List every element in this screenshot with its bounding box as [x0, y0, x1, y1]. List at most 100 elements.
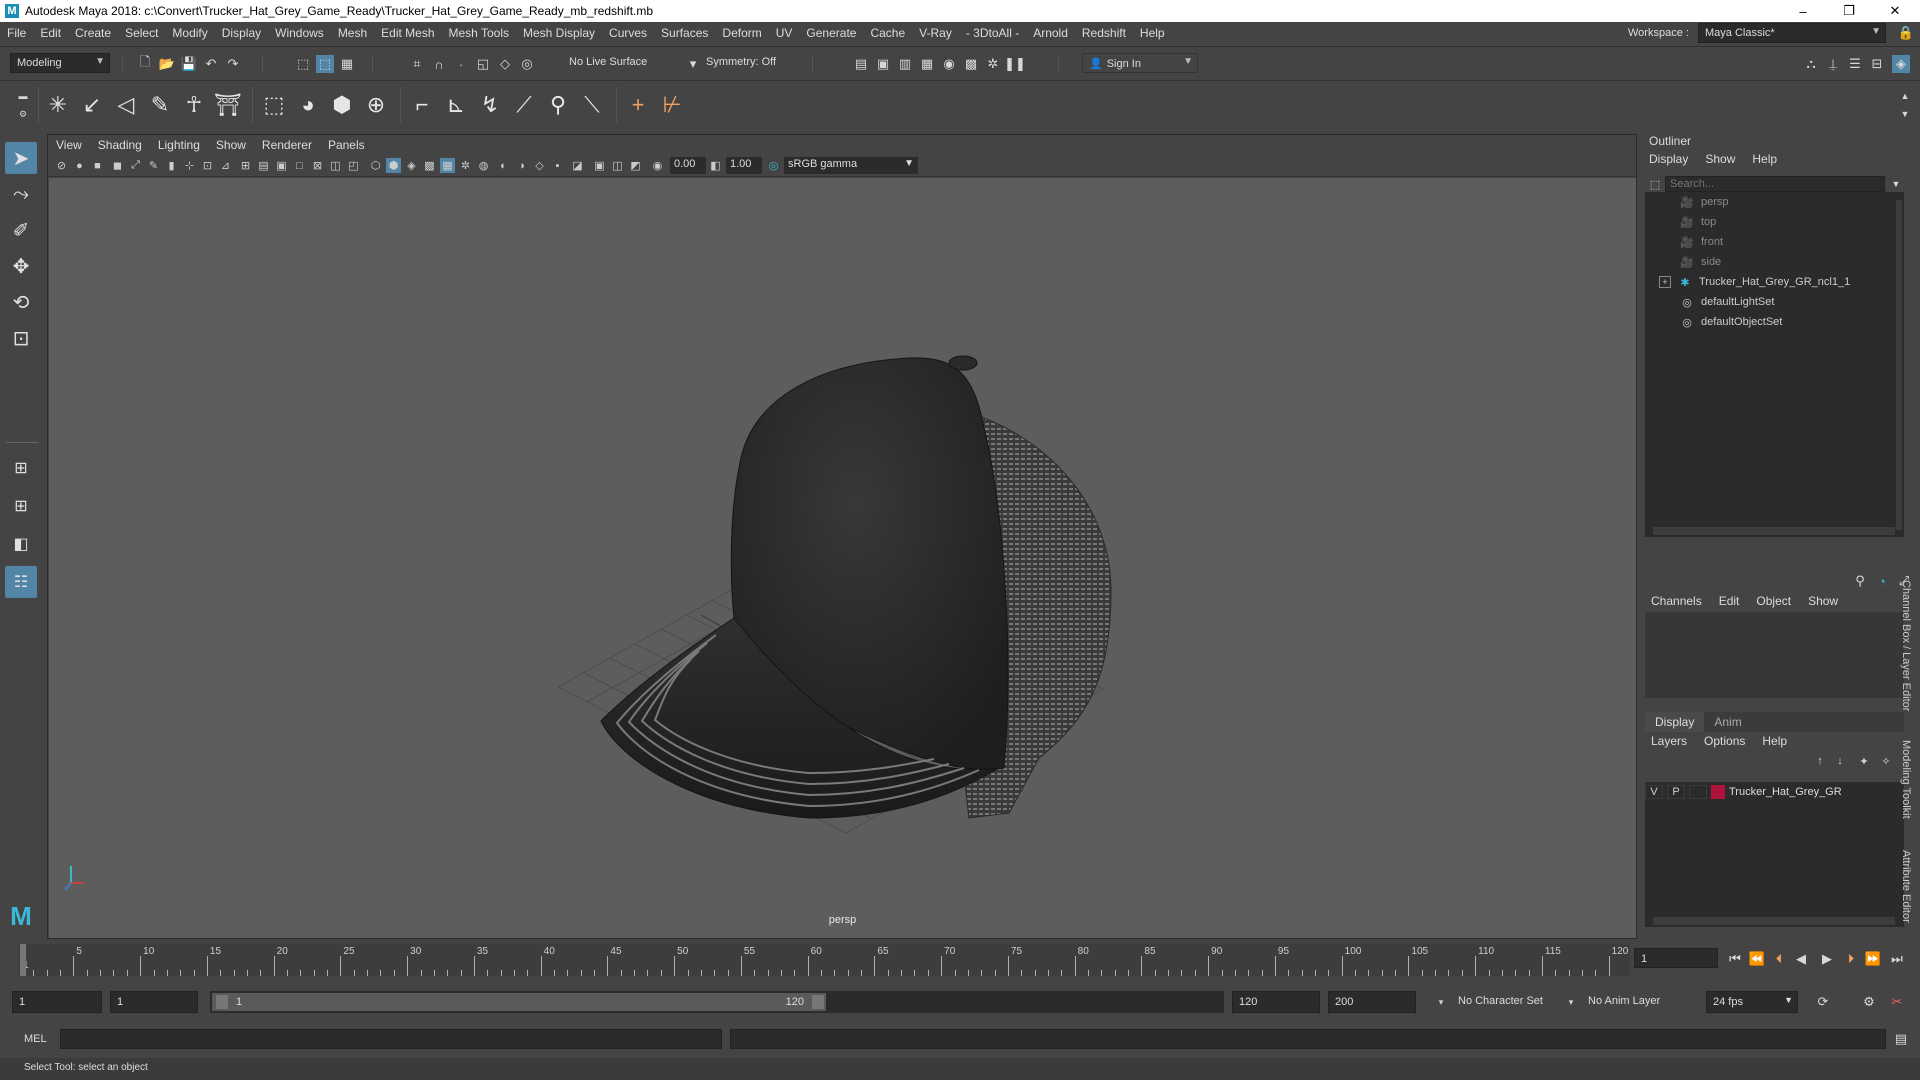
- filter-icon[interactable]: ⬚: [1647, 176, 1663, 192]
- aa-icon[interactable]: ◪: [570, 158, 585, 173]
- layer-visibility-toggle[interactable]: V: [1645, 785, 1663, 799]
- four-view-icon[interactable]: ⊞: [5, 490, 37, 522]
- chevron-down-icon[interactable]: ▼: [1889, 176, 1903, 192]
- view-transform-icon[interactable]: ◎: [766, 158, 781, 173]
- grease-pencil-icon[interactable]: ✎: [146, 158, 161, 173]
- save-scene-icon[interactable]: 💾: [180, 55, 198, 73]
- outliner-search-input[interactable]: [1665, 176, 1885, 192]
- menuset-dropdown[interactable]: Modeling ▼: [10, 53, 110, 73]
- bevel-icon[interactable]: ↯: [474, 89, 506, 121]
- menu-arnold[interactable]: Arnold: [1026, 26, 1075, 40]
- bezier-curve-tool-icon[interactable]: ✎: [144, 89, 176, 121]
- expand-icon[interactable]: +: [1659, 276, 1671, 288]
- multi-cut-icon[interactable]: ⟋: [508, 89, 540, 121]
- frame-all-icon[interactable]: ◫: [328, 158, 343, 173]
- play-backward-icon[interactable]: ◀: [1792, 950, 1810, 968]
- range-start-handle[interactable]: [216, 995, 228, 1009]
- pause-icon[interactable]: ❚❚: [1004, 55, 1026, 73]
- snap-grid-icon[interactable]: ⌗: [408, 55, 426, 73]
- channel-key-icon[interactable]: ⚲: [1851, 572, 1869, 590]
- move-tool-icon[interactable]: ✥: [5, 250, 37, 282]
- channel-sync-icon[interactable]: ◔: [1873, 572, 1891, 590]
- outliner-item-default-light-set[interactable]: ◎ defaultLightSet: [1645, 292, 1904, 312]
- tab-display[interactable]: Display: [1645, 712, 1705, 732]
- channel-menu-show[interactable]: Show: [1808, 594, 1838, 608]
- render-frame-icon[interactable]: ▣: [874, 55, 892, 73]
- light-editor-icon[interactable]: ✲: [984, 55, 1002, 73]
- gate-mask-icon[interactable]: ⊿: [218, 158, 233, 173]
- outliner-item-side[interactable]: 🎥 side: [1645, 252, 1904, 272]
- time-track[interactable]: 1510152025303540455055606570758085909510…: [18, 944, 1630, 976]
- image-plane-icon[interactable]: ◼: [110, 158, 125, 173]
- menu-edit[interactable]: Edit: [33, 26, 68, 40]
- channel-menu-object[interactable]: Object: [1756, 594, 1791, 608]
- tab-channel-box-layer-editor[interactable]: Channel Box / Layer Editor: [1900, 580, 1912, 711]
- vp-menu-lighting[interactable]: Lighting: [150, 138, 208, 152]
- outliner-hscrollbar[interactable]: [1653, 527, 1895, 535]
- frame-selected-icon[interactable]: ◰: [346, 158, 361, 173]
- layer-name[interactable]: Trucker_Hat_Grey_GR: [1729, 786, 1842, 798]
- bookmark-icon[interactable]: ■: [90, 158, 105, 173]
- scene-end-field[interactable]: 200: [1328, 991, 1416, 1013]
- ep-curve-tool-icon[interactable]: ↙: [76, 89, 108, 121]
- hypershade-icon[interactable]: ◉: [940, 55, 958, 73]
- menu-windows[interactable]: Windows: [268, 26, 331, 40]
- attribute-editor-icon[interactable]: ⍊: [1824, 55, 1842, 73]
- channel-menu-channels[interactable]: Channels: [1651, 594, 1702, 608]
- menu-help[interactable]: Help: [1133, 26, 1172, 40]
- vp-menu-shading[interactable]: Shading: [90, 138, 150, 152]
- menu-edit-mesh[interactable]: Edit Mesh: [374, 26, 441, 40]
- tab-modeling-toolkit[interactable]: Modeling Toolkit: [1900, 740, 1912, 819]
- auto-key-icon[interactable]: ⚙: [1860, 993, 1878, 1011]
- wireframe-icon[interactable]: ⬡: [368, 158, 383, 173]
- gamma-field[interactable]: 1.00: [726, 157, 762, 174]
- camera-lock-icon[interactable]: ▮: [164, 158, 179, 173]
- snap-curve-icon[interactable]: ∩: [430, 55, 448, 73]
- new-scene-icon[interactable]: 🗋: [136, 54, 154, 73]
- menu-cache[interactable]: Cache: [863, 26, 912, 40]
- ipr-render-icon[interactable]: ▥: [896, 55, 914, 73]
- snap-live-icon[interactable]: ◎: [518, 55, 536, 73]
- range-track[interactable]: 1 120: [210, 991, 1224, 1013]
- go-to-end-icon[interactable]: ⏭: [1888, 950, 1906, 968]
- layer-playback-toggle[interactable]: P: [1667, 785, 1685, 799]
- select-object-icon[interactable]: ⬚: [316, 55, 334, 73]
- rotate-tool-icon[interactable]: ⟲: [5, 286, 37, 318]
- polygon-plane-icon[interactable]: ⊕: [360, 89, 392, 121]
- redo-icon[interactable]: ↷: [224, 55, 242, 73]
- vp-menu-show[interactable]: Show: [208, 138, 254, 152]
- menu-3dtoall[interactable]: - 3DtoAll -: [959, 26, 1026, 40]
- live-surface-field[interactable]: No Live Surface: [563, 53, 663, 73]
- menu-surfaces[interactable]: Surfaces: [654, 26, 715, 40]
- shelf-gear-icon[interactable]: ⚙: [14, 105, 32, 123]
- shelf-scroll-down-icon[interactable]: ▼: [1896, 105, 1914, 123]
- freeze-transform-icon[interactable]: ⊬: [656, 89, 688, 121]
- move-layer-up-icon[interactable]: ↑: [1811, 752, 1829, 770]
- safe-title-icon[interactable]: □: [292, 158, 307, 173]
- color-management-icon[interactable]: ◩: [628, 158, 643, 173]
- wireframe-on-shaded-icon[interactable]: ◈: [404, 158, 419, 173]
- shelf-options-icon[interactable]: ▬: [14, 87, 32, 105]
- bridge-icon[interactable]: ⊾: [440, 89, 472, 121]
- loop-icon[interactable]: ⟳: [1814, 993, 1832, 1011]
- outliner-item-front[interactable]: 🎥 front: [1645, 232, 1904, 252]
- chevron-down-icon[interactable]: ▾: [1432, 993, 1450, 1011]
- command-input[interactable]: [60, 1029, 722, 1049]
- film-gate-icon[interactable]: ⊹: [182, 158, 197, 173]
- menu-mesh-display[interactable]: Mesh Display: [516, 26, 602, 40]
- menu-file[interactable]: File: [0, 26, 33, 40]
- playback-end-field[interactable]: 120: [1232, 991, 1320, 1013]
- render-settings-icon[interactable]: ▦: [918, 55, 936, 73]
- shelf-scroll-up-icon[interactable]: ▲: [1896, 87, 1914, 105]
- menu-modify[interactable]: Modify: [165, 26, 214, 40]
- select-hierarchy-icon[interactable]: ⬚: [294, 55, 312, 73]
- field-chart-icon[interactable]: ▤: [256, 158, 271, 173]
- workspace-dropdown[interactable]: Maya Classic* ▼: [1698, 23, 1886, 43]
- paint-select-tool-icon[interactable]: ✐: [5, 214, 37, 246]
- tool-settings-icon[interactable]: ☰: [1846, 55, 1864, 73]
- step-forward-key-icon[interactable]: ⏩: [1864, 950, 1882, 968]
- pan-zoom-icon[interactable]: ⊠: [310, 158, 325, 173]
- chevron-down-icon[interactable]: ▾: [1562, 993, 1580, 1011]
- scene-start-field[interactable]: 1: [12, 991, 102, 1013]
- range-bar[interactable]: 1 120: [212, 993, 826, 1011]
